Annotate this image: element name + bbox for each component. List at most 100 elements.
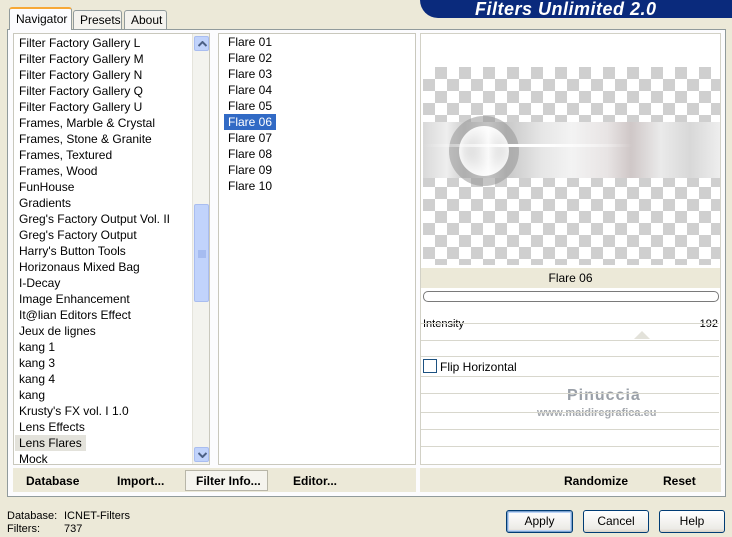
- watermark-url: www.maidiregrafica.eu: [537, 407, 657, 419]
- intensity-slider[interactable]: [423, 324, 719, 340]
- filter-item[interactable]: Flare 09: [224, 162, 404, 178]
- filters-status-label: Filters:: [7, 523, 40, 535]
- randomize-button[interactable]: Randomize: [564, 474, 628, 488]
- category-item[interactable]: kang 1: [15, 339, 193, 355]
- tab-navigator[interactable]: Navigator: [9, 7, 72, 30]
- category-item[interactable]: Frames, Wood: [15, 163, 193, 179]
- filter-items: Flare 01 Flare 02 Flare 03 Flare 04 Flare 05…: [224, 34, 404, 194]
- category-item-label: Jeux de lignes: [19, 324, 96, 338]
- watermark-name: Pinuccia: [567, 387, 641, 404]
- flip-horizontal-checkbox[interactable]: [423, 359, 437, 373]
- category-item-label: Image Enhancement: [19, 292, 130, 306]
- filter-item-label: Flare 07: [228, 131, 273, 145]
- tab-presets-label: Presets: [80, 13, 121, 27]
- category-item-label: Filter Factory Gallery L: [19, 36, 141, 50]
- app-banner: Filters Unlimited 2.0: [420, 0, 732, 18]
- filter-item-label: Flare 10: [228, 179, 273, 193]
- row-divider: [421, 356, 719, 357]
- category-item-label: kang: [19, 388, 46, 402]
- category-item[interactable]: Horizonaus Mixed Bag: [15, 259, 193, 275]
- database-status-value: ICNET-Filters: [64, 510, 130, 522]
- tab-about-label: About: [131, 13, 163, 27]
- category-item[interactable]: Greg's Factory Output Vol. II: [15, 211, 193, 227]
- category-item[interactable]: Lens Effects: [15, 419, 193, 435]
- filter-item[interactable]: Flare 10: [224, 178, 404, 194]
- category-item[interactable]: Gradients: [15, 195, 193, 211]
- row-divider: [421, 446, 719, 447]
- category-item[interactable]: Frames, Stone & Granite: [15, 131, 193, 147]
- category-item[interactable]: Image Enhancement: [15, 291, 193, 307]
- category-scrollbar[interactable]: [192, 34, 209, 464]
- filter-item[interactable]: Flare 05: [224, 98, 404, 114]
- filter-item[interactable]: Flare 07: [224, 130, 404, 146]
- category-item[interactable]: Frames, Textured: [15, 147, 193, 163]
- database-button[interactable]: Database: [26, 474, 79, 488]
- row-divider: [421, 323, 719, 324]
- category-item-label: Mock: [19, 452, 48, 465]
- category-item-label: Horizonaus Mixed Bag: [19, 260, 140, 274]
- category-item[interactable]: I-Decay: [15, 275, 193, 291]
- database-status-label: Database:: [7, 510, 58, 522]
- tab-presets[interactable]: Presets: [73, 10, 122, 29]
- preview-flare: [423, 116, 720, 186]
- filter-info-button[interactable]: Filter Info...: [196, 474, 261, 488]
- category-item[interactable]: Krusty's FX vol. I 1.0: [15, 403, 193, 419]
- category-item-label: Gradients: [19, 196, 72, 210]
- category-item[interactable]: Filter Factory Gallery Q: [15, 83, 193, 99]
- scroll-thumb[interactable]: [194, 204, 209, 302]
- category-item[interactable]: Filter Factory Gallery L: [15, 35, 193, 51]
- category-list[interactable]: Filter Factory Gallery L Filter Factory G…: [13, 33, 210, 465]
- row-divider: [421, 340, 719, 341]
- category-item-label: kang 4: [19, 372, 56, 386]
- category-item[interactable]: Greg's Factory Output: [15, 227, 193, 243]
- apply-button[interactable]: Apply: [506, 510, 573, 533]
- category-item[interactable]: Jeux de lignes: [15, 323, 193, 339]
- filter-item[interactable]: Flare 03: [224, 66, 404, 82]
- category-item[interactable]: Filter Factory Gallery N: [15, 67, 193, 83]
- cancel-button[interactable]: Cancel: [583, 510, 649, 533]
- category-item-label: Krusty's FX vol. I 1.0: [19, 404, 129, 418]
- category-item-label: kang 3: [19, 356, 56, 370]
- category-item[interactable]: It@lian Editors Effect: [15, 307, 193, 323]
- category-item-label: Harry's Button Tools: [19, 244, 126, 258]
- category-item[interactable]: Frames, Marble & Crystal: [15, 115, 193, 131]
- preview-panel: Flare 06 Intensity 192 Flip Horizontal P…: [420, 33, 721, 465]
- category-item[interactable]: Mock: [15, 451, 193, 465]
- slider-thumb[interactable]: [634, 331, 650, 339]
- category-item[interactable]: Lens Flares: [15, 435, 193, 451]
- filter-item-label: Flare 02: [228, 51, 273, 65]
- tab-about[interactable]: About: [124, 10, 167, 29]
- filter-item[interactable]: Flare 04: [224, 82, 404, 98]
- category-item-label: Filter Factory Gallery M: [19, 52, 144, 66]
- filter-item[interactable]: Flare 08: [224, 146, 404, 162]
- editor-button[interactable]: Editor...: [293, 474, 337, 488]
- chevron-down-icon: [198, 452, 207, 458]
- filter-item-label: Flare 03: [228, 67, 273, 81]
- category-item-label: I-Decay: [19, 276, 61, 290]
- category-item[interactable]: FunHouse: [15, 179, 193, 195]
- category-item[interactable]: kang: [15, 387, 193, 403]
- category-item-label: Lens Effects: [19, 420, 85, 434]
- filter-item[interactable]: Flare 06: [224, 114, 404, 130]
- filter-list[interactable]: Flare 01 Flare 02 Flare 03 Flare 04 Flare 05…: [218, 33, 416, 465]
- category-item[interactable]: kang 3: [15, 355, 193, 371]
- reset-button[interactable]: Reset: [663, 474, 696, 488]
- scroll-down-button[interactable]: [194, 447, 209, 462]
- import-button[interactable]: Import...: [117, 474, 164, 488]
- help-button[interactable]: Help: [659, 510, 725, 533]
- category-item-label: Greg's Factory Output Vol. II: [19, 212, 171, 226]
- filter-item[interactable]: Flare 01: [224, 34, 404, 50]
- scroll-up-button[interactable]: [194, 36, 209, 51]
- category-item-label: Frames, Marble & Crystal: [19, 116, 156, 130]
- category-item-label: Frames, Textured: [19, 148, 113, 162]
- category-item[interactable]: Filter Factory Gallery M: [15, 51, 193, 67]
- flip-horizontal-label: Flip Horizontal: [440, 360, 517, 374]
- category-item[interactable]: Harry's Button Tools: [15, 243, 193, 259]
- row-divider: [421, 376, 719, 377]
- filter-item[interactable]: Flare 02: [224, 50, 404, 66]
- category-item[interactable]: Filter Factory Gallery U: [15, 99, 193, 115]
- category-item-label: It@lian Editors Effect: [19, 308, 132, 322]
- row-divider: [421, 429, 719, 430]
- category-item[interactable]: kang 4: [15, 371, 193, 387]
- category-item-label: Frames, Wood: [19, 164, 98, 178]
